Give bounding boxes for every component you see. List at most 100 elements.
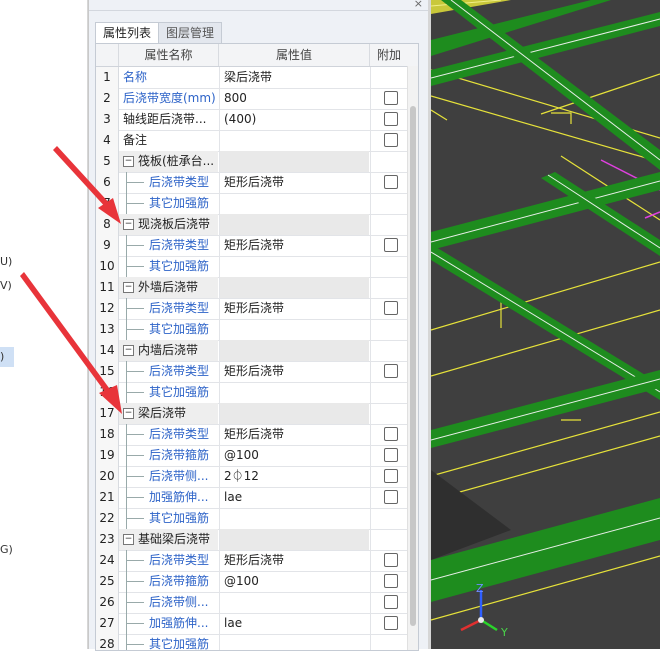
property-value[interactable]: [219, 592, 369, 613]
tree-connector: [126, 392, 144, 393]
property-name: 名称: [123, 70, 148, 84]
property-value[interactable]: [219, 319, 369, 340]
property-value[interactable]: [219, 382, 369, 403]
property-value[interactable]: 矩形后浇带: [219, 361, 369, 382]
property-row[interactable]: 16 其它加强筋: [96, 382, 418, 404]
collapse-icon[interactable]: −: [123, 408, 134, 419]
property-value[interactable]: @100: [219, 445, 369, 466]
tree-connector: [126, 560, 144, 561]
header-property-name[interactable]: 属性名称: [119, 44, 219, 66]
property-value[interactable]: 梁后浇带: [219, 67, 369, 88]
add-checkbox[interactable]: [384, 574, 398, 588]
add-checkbox[interactable]: [384, 469, 398, 483]
property-value[interactable]: [219, 193, 369, 214]
property-row[interactable]: 22 其它加强筋: [96, 508, 418, 530]
property-row[interactable]: 3 轴线距后浇带... (400): [96, 109, 418, 131]
property-row[interactable]: 28 其它加强筋: [96, 634, 418, 650]
property-value[interactable]: 800: [219, 88, 369, 109]
property-value[interactable]: lae: [219, 487, 369, 508]
collapse-icon[interactable]: −: [123, 219, 134, 230]
add-checkbox[interactable]: [384, 427, 398, 441]
property-row[interactable]: 14− 内墙后浇带: [96, 340, 418, 362]
property-row[interactable]: 24 后浇带类型 矩形后浇带: [96, 550, 418, 572]
tab-property-list[interactable]: 属性列表: [95, 22, 160, 44]
property-value[interactable]: [219, 634, 369, 650]
property-value[interactable]: [219, 214, 369, 235]
add-cell: [370, 403, 409, 424]
property-value[interactable]: [219, 256, 369, 277]
tree-item-fragment[interactable]: G): [0, 543, 13, 556]
add-checkbox[interactable]: [384, 133, 398, 147]
row-number: 5: [96, 151, 119, 172]
add-checkbox[interactable]: [384, 448, 398, 462]
property-row[interactable]: 20 后浇带侧... 2⏀12: [96, 466, 418, 488]
property-row[interactable]: 13 其它加强筋: [96, 319, 418, 341]
property-row[interactable]: 21 加强筋伸... lae: [96, 487, 418, 509]
property-value[interactable]: 矩形后浇带: [219, 424, 369, 445]
add-checkbox[interactable]: [384, 616, 398, 630]
property-value[interactable]: 矩形后浇带: [219, 298, 369, 319]
row-number: 13: [96, 319, 119, 340]
tree-connector: [126, 329, 144, 330]
property-row[interactable]: 2 后浇带宽度(mm) 800: [96, 88, 418, 110]
property-row[interactable]: 19 后浇带箍筋 @100: [96, 445, 418, 467]
collapse-icon[interactable]: −: [123, 156, 134, 167]
collapse-icon[interactable]: −: [123, 534, 134, 545]
property-row[interactable]: 11− 外墙后浇带: [96, 277, 418, 299]
property-value[interactable]: [219, 403, 369, 424]
property-row[interactable]: 27 加强筋伸... lae: [96, 613, 418, 635]
property-value[interactable]: [219, 508, 369, 529]
property-row[interactable]: 25 后浇带箍筋 @100: [96, 571, 418, 593]
property-row[interactable]: 8− 现浇板后浇带: [96, 214, 418, 236]
property-value[interactable]: 矩形后浇带: [219, 550, 369, 571]
property-row[interactable]: 10 其它加强筋: [96, 256, 418, 278]
property-value[interactable]: 矩形后浇带: [219, 172, 369, 193]
property-value[interactable]: 矩形后浇带: [219, 235, 369, 256]
property-row[interactable]: 6 后浇带类型 矩形后浇带: [96, 172, 418, 194]
3d-viewport[interactable]: Z Y: [431, 0, 660, 649]
property-value[interactable]: [219, 277, 369, 298]
property-row[interactable]: 7 其它加强筋: [96, 193, 418, 215]
property-value[interactable]: [219, 340, 369, 361]
add-checkbox[interactable]: [384, 238, 398, 252]
property-row[interactable]: 26 后浇带侧...: [96, 592, 418, 614]
property-row[interactable]: 15 后浇带类型 矩形后浇带: [96, 361, 418, 383]
property-row[interactable]: 1 名称 梁后浇带: [96, 67, 418, 89]
tree-item-fragment[interactable]: V): [0, 279, 12, 292]
property-value[interactable]: 2⏀12: [219, 466, 369, 487]
tab-layer-management[interactable]: 图层管理: [159, 22, 223, 44]
tree-item-fragment[interactable]: U): [0, 255, 12, 268]
vertical-scrollbar[interactable]: [407, 66, 418, 650]
property-row[interactable]: 23− 基础梁后浇带: [96, 529, 418, 551]
add-checkbox[interactable]: [384, 490, 398, 504]
property-value[interactable]: [219, 130, 369, 151]
property-row[interactable]: 17− 梁后浇带: [96, 403, 418, 425]
property-row[interactable]: 18 后浇带类型 矩形后浇带: [96, 424, 418, 446]
add-checkbox[interactable]: [384, 364, 398, 378]
property-value[interactable]: [219, 529, 369, 550]
property-row[interactable]: 4 备注: [96, 130, 418, 152]
add-checkbox[interactable]: [384, 112, 398, 126]
property-value[interactable]: (400): [219, 109, 369, 130]
header-add[interactable]: 附加: [370, 44, 408, 66]
property-value[interactable]: @100: [219, 571, 369, 592]
add-checkbox[interactable]: [384, 301, 398, 315]
property-value[interactable]: [219, 151, 369, 172]
property-row[interactable]: 9 后浇带类型 矩形后浇带: [96, 235, 418, 257]
collapse-icon[interactable]: −: [123, 282, 134, 293]
add-checkbox[interactable]: [384, 553, 398, 567]
add-checkbox[interactable]: [384, 91, 398, 105]
add-cell: [370, 613, 409, 634]
add-checkbox[interactable]: [384, 175, 398, 189]
row-number: 7: [96, 193, 119, 214]
group-label: 现浇板后浇带: [138, 217, 211, 231]
add-checkbox[interactable]: [384, 595, 398, 609]
scrollbar-thumb[interactable]: [410, 106, 416, 626]
property-value[interactable]: lae: [219, 613, 369, 634]
collapse-icon[interactable]: −: [123, 345, 134, 356]
header-property-value[interactable]: 属性值: [219, 44, 370, 66]
tree-item-fragment[interactable]: ): [0, 350, 4, 363]
property-row[interactable]: 5− 筏板(桩承台...: [96, 151, 418, 173]
close-icon[interactable]: ×: [414, 0, 423, 10]
property-row[interactable]: 12 后浇带类型 矩形后浇带: [96, 298, 418, 320]
